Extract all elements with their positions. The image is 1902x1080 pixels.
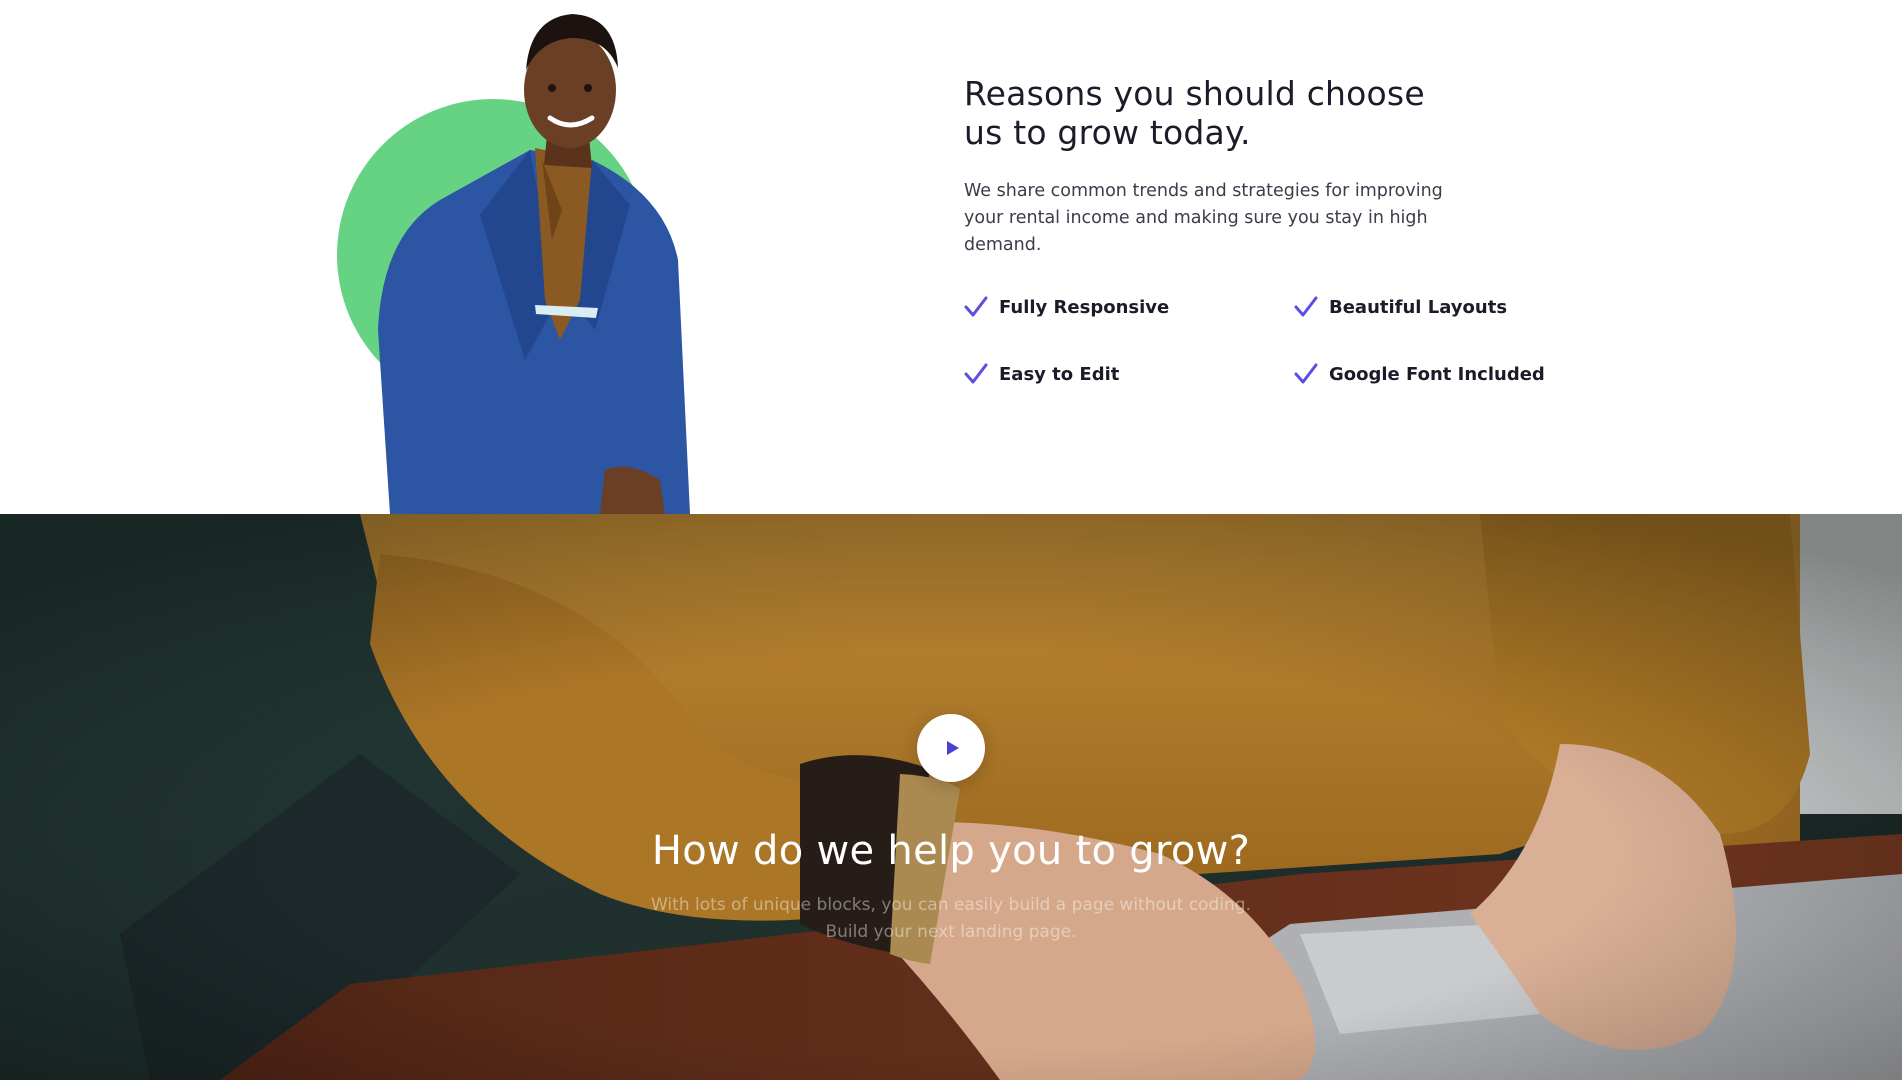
feature-label: Fully Responsive bbox=[999, 296, 1170, 318]
video-subtitle: With lots of unique blocks, you can easi… bbox=[0, 892, 1902, 946]
feature-item-beautiful-layouts: Beautiful Layouts bbox=[1294, 292, 1507, 322]
hero-person-image bbox=[330, 0, 750, 514]
features-headline: Reasons you should choose us to grow tod… bbox=[964, 74, 1425, 152]
check-icon bbox=[964, 295, 988, 319]
feature-item-easy-to-edit: Easy to Edit bbox=[964, 359, 1119, 389]
features-content: Reasons you should choose us to grow tod… bbox=[964, 74, 1604, 385]
check-icon bbox=[1294, 295, 1318, 319]
check-icon bbox=[964, 362, 988, 386]
features-section: Reasons you should choose us to grow tod… bbox=[0, 0, 1902, 514]
video-background-image bbox=[0, 514, 1902, 1080]
feature-label: Google Font Included bbox=[1329, 363, 1545, 385]
video-section: How do we help you to grow? With lots of… bbox=[0, 514, 1902, 1080]
video-title: How do we help you to grow? bbox=[651, 828, 1251, 874]
play-video-button[interactable] bbox=[917, 714, 985, 782]
feature-item-fully-responsive: Fully Responsive bbox=[964, 292, 1169, 322]
feature-label: Easy to Edit bbox=[999, 363, 1120, 385]
features-intro: We share common trends and strategies fo… bbox=[964, 181, 1443, 255]
video-subtitle-line-1: With lots of unique blocks, you can easi… bbox=[651, 895, 1251, 915]
play-icon bbox=[947, 741, 959, 755]
feature-label: Beautiful Layouts bbox=[1329, 296, 1508, 318]
check-icon bbox=[1294, 362, 1318, 386]
feature-item-google-font: Google Font Included bbox=[1294, 359, 1545, 389]
feature-list: Fully Responsive Beautiful Layouts Easy … bbox=[964, 292, 1604, 412]
video-subtitle-line-2: Build your next landing page. bbox=[825, 922, 1077, 942]
